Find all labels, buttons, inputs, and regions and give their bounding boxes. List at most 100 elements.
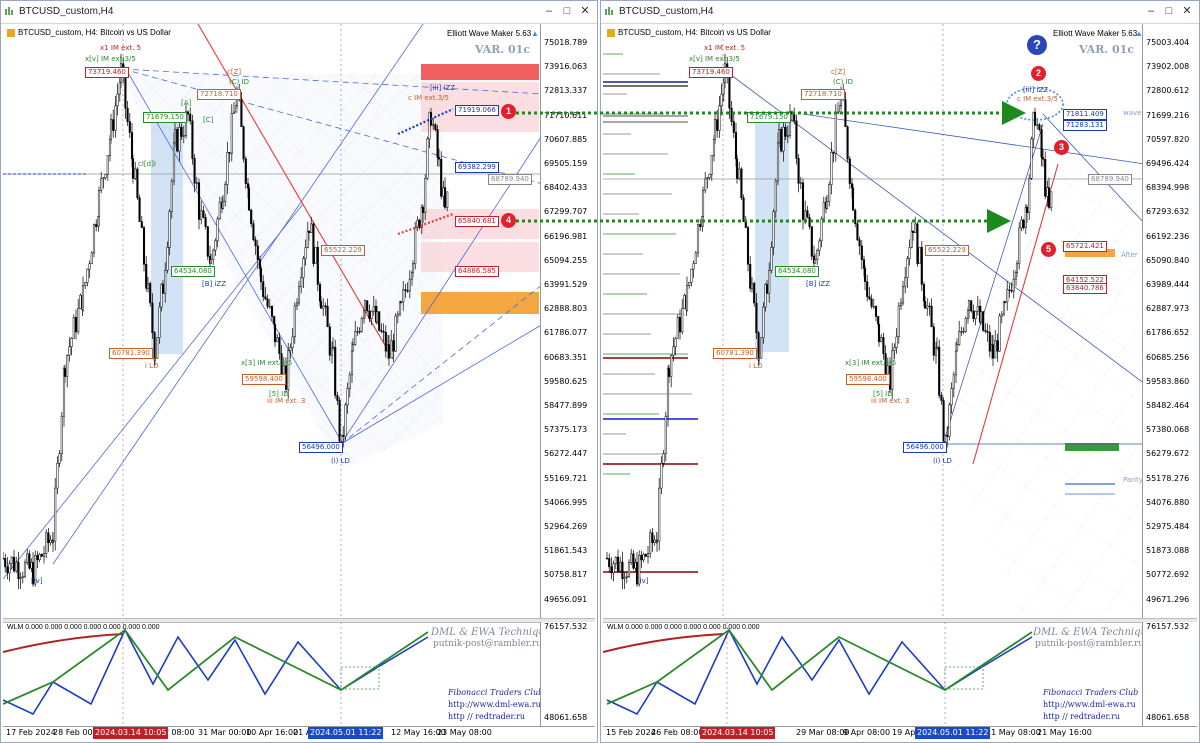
candle-body bbox=[718, 105, 721, 131]
candle-body bbox=[836, 111, 840, 114]
right-chart-window[interactable]: BTCUSD_custom,H4 – □ ✕ BTCUSD_custom, H4… bbox=[600, 0, 1200, 743]
price-box: 60781.390 bbox=[109, 348, 153, 359]
candle-body bbox=[948, 404, 951, 437]
candle-body bbox=[862, 259, 866, 269]
left-chart-area[interactable]: BTCUSD_custom, H4: Bitcoin vs US Dollar … bbox=[3, 24, 595, 740]
time-axis[interactable]: 17 Feb 202428 Feb 00:0010 Mar 08:0031 Ma… bbox=[3, 726, 595, 740]
candle-body bbox=[685, 285, 689, 311]
price-box: 65721.421 bbox=[1063, 241, 1107, 252]
candle-body bbox=[608, 558, 611, 568]
candle-body bbox=[23, 562, 27, 577]
url-dml[interactable]: http://www.dml-ewa.ru bbox=[1043, 700, 1136, 709]
candle-body bbox=[293, 305, 296, 338]
wave-label: x[v] IM ext.3/5 bbox=[85, 55, 136, 63]
candle-body bbox=[776, 142, 780, 182]
right-titlebar[interactable]: BTCUSD_custom,H4 – □ ✕ bbox=[601, 1, 1199, 24]
candle-body bbox=[706, 177, 709, 180]
candle-body bbox=[926, 305, 929, 309]
candle-body bbox=[658, 487, 661, 542]
wave-label: x[v] IM ext.3/5 bbox=[689, 55, 740, 63]
candle-body bbox=[895, 336, 898, 348]
candle-body bbox=[138, 197, 141, 222]
close-button[interactable]: ✕ bbox=[577, 3, 593, 19]
candle-body bbox=[774, 180, 777, 212]
candle-body bbox=[17, 561, 20, 579]
candle-body bbox=[701, 189, 705, 217]
candle-body bbox=[749, 264, 752, 289]
candle-body bbox=[1003, 301, 1007, 304]
candle-body bbox=[1038, 124, 1041, 130]
right-chart-area[interactable]: BTCUSD_custom, H4: Bitcoin vs US Dollar … bbox=[603, 24, 1197, 740]
price-box: 60781.390 bbox=[713, 348, 757, 359]
candle-body bbox=[164, 270, 167, 294]
candle-body bbox=[226, 152, 229, 185]
candle-body bbox=[88, 263, 91, 270]
price-tick: 71710.611 bbox=[544, 110, 588, 120]
price-axis[interactable]: 75003.404 73902.008 72800.612 71699.216 7059… bbox=[1142, 24, 1197, 618]
price-axis[interactable]: 75018.789 73916.063 72813.337 71710.611 7060… bbox=[540, 24, 595, 618]
candle-body bbox=[212, 249, 215, 260]
candle-body bbox=[1018, 227, 1021, 265]
candle-body bbox=[399, 301, 403, 304]
price-tick: 56272.447 bbox=[544, 449, 588, 459]
right-price-chart[interactable] bbox=[603, 24, 1197, 618]
time-axis[interactable]: 15 Feb 2024 26 Feb 08:00 29 Mar 08:00 9 Apr… bbox=[603, 726, 1197, 740]
url-dml[interactable]: http://www.dml-ewa.ru bbox=[448, 700, 541, 709]
candle-body bbox=[45, 532, 48, 554]
candle-body bbox=[106, 155, 109, 175]
candle-body bbox=[232, 111, 236, 114]
wave-label: i LD bbox=[145, 362, 159, 370]
red-zone bbox=[421, 64, 539, 80]
candle-body bbox=[72, 317, 75, 339]
wave-label: (i) LD bbox=[331, 457, 350, 465]
candle-body bbox=[806, 210, 809, 218]
maximize-button[interactable]: □ bbox=[559, 3, 575, 19]
left-titlebar[interactable]: BTCUSD_custom,H4 – □ ✕ bbox=[1, 1, 597, 24]
candle-body bbox=[974, 310, 977, 319]
maximize-button[interactable]: □ bbox=[1161, 3, 1177, 19]
candle-body bbox=[193, 158, 196, 184]
candle-body bbox=[351, 344, 355, 352]
candle-body bbox=[224, 184, 227, 203]
wave-label: Parity bbox=[1123, 476, 1143, 484]
close-button[interactable]: ✕ bbox=[1179, 3, 1195, 19]
left-chart-window[interactable]: BTCUSD_custom,H4 – □ ✕ BTCUSD_custom, H4… bbox=[0, 0, 598, 743]
candle-body bbox=[760, 337, 763, 359]
time-tick: 15 Feb 2024 bbox=[606, 728, 656, 737]
candle-body bbox=[646, 553, 650, 557]
chart-window-icon bbox=[5, 7, 13, 15]
candle-body bbox=[916, 223, 919, 264]
candle-body bbox=[644, 554, 647, 557]
candle-body bbox=[304, 247, 307, 259]
wave-label: [A] bbox=[181, 99, 192, 107]
price-tick: 59583.860 bbox=[1146, 376, 1190, 386]
wave-label: c[Z] bbox=[831, 68, 846, 76]
candle-body bbox=[1002, 301, 1006, 315]
candle-body bbox=[8, 563, 11, 574]
price-tick: 69496.424 bbox=[1146, 159, 1190, 168]
candle-body bbox=[350, 350, 354, 376]
price-box: 65522.229 bbox=[321, 245, 365, 256]
price-box: 56496.000 bbox=[903, 442, 947, 453]
candle-body bbox=[1033, 112, 1037, 126]
candle-body bbox=[904, 277, 907, 287]
candle-body bbox=[108, 139, 112, 156]
candle-body bbox=[891, 350, 894, 390]
url-redtrader[interactable]: http // redtrader.ru bbox=[448, 712, 525, 721]
candle-body bbox=[28, 553, 31, 569]
candle-body bbox=[746, 227, 750, 265]
price-box: 68789.940 bbox=[488, 174, 532, 185]
price-tick: 51873.088 bbox=[1146, 546, 1190, 556]
candle-body bbox=[278, 337, 281, 354]
minimize-button[interactable]: – bbox=[541, 3, 557, 19]
candle-body bbox=[630, 553, 633, 563]
candle-body bbox=[384, 332, 387, 352]
help-icon[interactable]: ? bbox=[1027, 35, 1047, 55]
red-curve bbox=[603, 633, 724, 653]
candle-body bbox=[334, 346, 337, 396]
candle-body bbox=[92, 224, 96, 254]
minimize-button[interactable]: – bbox=[1143, 3, 1159, 19]
url-redtrader[interactable]: http // redtrader.ru bbox=[1043, 712, 1120, 721]
candle-body bbox=[623, 577, 626, 579]
price-box: 65840.681 bbox=[455, 216, 499, 227]
